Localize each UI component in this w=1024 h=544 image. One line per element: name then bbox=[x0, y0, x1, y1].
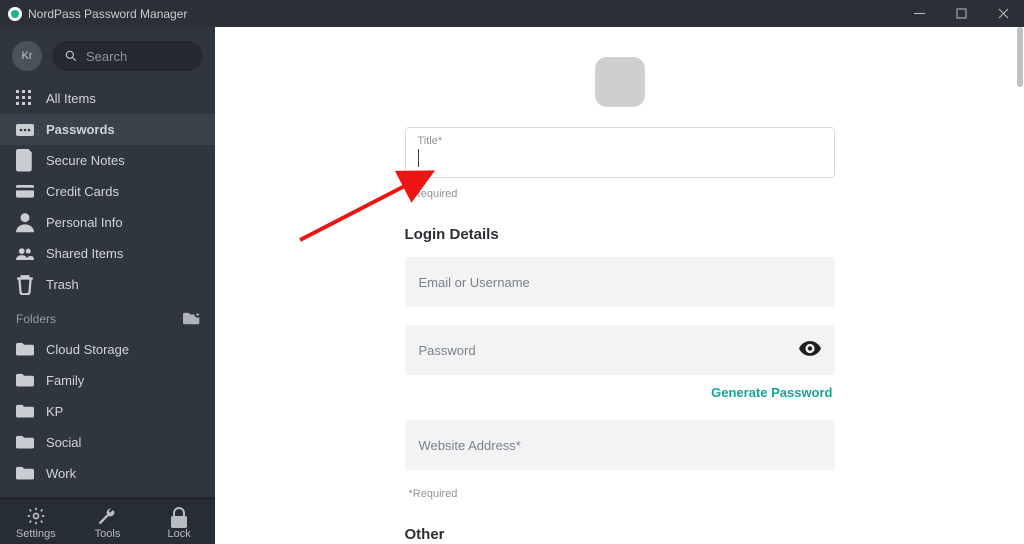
note-icon bbox=[16, 152, 34, 170]
lock-icon bbox=[169, 506, 189, 526]
folder-icon bbox=[16, 341, 34, 359]
password-icon bbox=[16, 121, 34, 139]
maximize-button[interactable] bbox=[940, 0, 982, 27]
email-field[interactable]: Email or Username bbox=[405, 257, 835, 307]
person-icon bbox=[16, 214, 34, 232]
app-logo-icon bbox=[8, 7, 22, 21]
avatar[interactable]: Kr bbox=[12, 41, 42, 71]
trash-icon bbox=[16, 276, 34, 294]
item-icon-placeholder[interactable] bbox=[595, 57, 645, 107]
tools-button[interactable]: Tools bbox=[72, 506, 142, 540]
folder-item[interactable]: Social bbox=[0, 427, 215, 458]
sidebar: Kr Search All Items Passwords Secure Not… bbox=[0, 27, 215, 544]
new-folder-icon[interactable] bbox=[183, 312, 201, 326]
sidebar-item-secure-notes[interactable]: Secure Notes bbox=[0, 145, 215, 176]
sidebar-item-label: Shared Items bbox=[46, 246, 123, 261]
folder-label: Social bbox=[46, 435, 81, 450]
search-input[interactable]: Search bbox=[52, 41, 203, 71]
sidebar-item-label: Trash bbox=[46, 277, 79, 292]
folders-header-label: Folders bbox=[16, 312, 56, 326]
main-content: Title* *Required Login Details Email or … bbox=[215, 27, 1024, 544]
sidebar-item-label: Secure Notes bbox=[46, 153, 125, 168]
website-field[interactable]: Website Address* bbox=[405, 420, 835, 470]
folder-icon bbox=[16, 434, 34, 452]
gear-icon bbox=[26, 506, 46, 526]
sidebar-item-credit-cards[interactable]: Credit Cards bbox=[0, 176, 215, 207]
card-icon bbox=[16, 183, 34, 201]
section-login-details: Login Details bbox=[405, 226, 835, 243]
required-hint: *Required bbox=[409, 488, 835, 500]
folder-icon bbox=[16, 372, 34, 390]
title-field[interactable]: Title* bbox=[405, 127, 835, 178]
sidebar-item-label: All Items bbox=[46, 91, 96, 106]
sidebar-item-personal-info[interactable]: Personal Info bbox=[0, 207, 215, 238]
sidebar-item-label: Personal Info bbox=[46, 215, 123, 230]
people-icon bbox=[16, 245, 34, 263]
sidebar-item-label: Credit Cards bbox=[46, 184, 119, 199]
sidebar-item-all-items[interactable]: All Items bbox=[0, 83, 215, 114]
folder-item[interactable]: Work bbox=[0, 458, 215, 489]
scrollbar-thumb[interactable] bbox=[1017, 27, 1023, 87]
email-placeholder: Email or Username bbox=[419, 275, 530, 290]
title-field-label: Title* bbox=[418, 135, 822, 147]
required-hint: *Required bbox=[409, 188, 835, 200]
sidebar-item-trash[interactable]: Trash bbox=[0, 269, 215, 300]
window-title: NordPass Password Manager bbox=[28, 7, 187, 21]
folder-item[interactable]: Family bbox=[0, 365, 215, 396]
sidebar-item-passwords[interactable]: Passwords bbox=[0, 114, 215, 145]
folder-label: Work bbox=[46, 466, 76, 481]
settings-label: Settings bbox=[16, 528, 56, 540]
folder-label: Cloud Storage bbox=[46, 342, 129, 357]
text-caret bbox=[418, 149, 419, 167]
sidebar-item-shared-items[interactable]: Shared Items bbox=[0, 238, 215, 269]
search-icon bbox=[64, 49, 78, 63]
section-other: Other bbox=[405, 526, 835, 543]
titlebar: NordPass Password Manager bbox=[0, 0, 1024, 27]
lock-label: Lock bbox=[168, 528, 191, 540]
folder-item[interactable]: Cloud Storage bbox=[0, 334, 215, 365]
folder-label: KP bbox=[46, 404, 63, 419]
search-placeholder: Search bbox=[86, 49, 127, 64]
password-placeholder: Password bbox=[419, 343, 476, 358]
settings-button[interactable]: Settings bbox=[1, 506, 71, 540]
sidebar-item-label: Passwords bbox=[46, 122, 115, 137]
wrench-icon bbox=[97, 506, 117, 526]
tools-label: Tools bbox=[95, 528, 121, 540]
minimize-button[interactable] bbox=[898, 0, 940, 27]
password-field[interactable]: Password bbox=[405, 325, 835, 375]
folder-icon bbox=[16, 403, 34, 421]
lock-button[interactable]: Lock bbox=[144, 506, 214, 540]
folders-header: Folders bbox=[0, 300, 215, 330]
folder-label: Family bbox=[46, 373, 84, 388]
grid-icon bbox=[16, 90, 34, 108]
website-placeholder: Website Address* bbox=[419, 438, 521, 453]
generate-password-link[interactable]: Generate Password bbox=[405, 385, 833, 400]
folder-icon bbox=[16, 465, 34, 483]
eye-icon[interactable] bbox=[799, 341, 821, 360]
folder-item[interactable]: KP bbox=[0, 396, 215, 427]
close-button[interactable] bbox=[982, 0, 1024, 27]
